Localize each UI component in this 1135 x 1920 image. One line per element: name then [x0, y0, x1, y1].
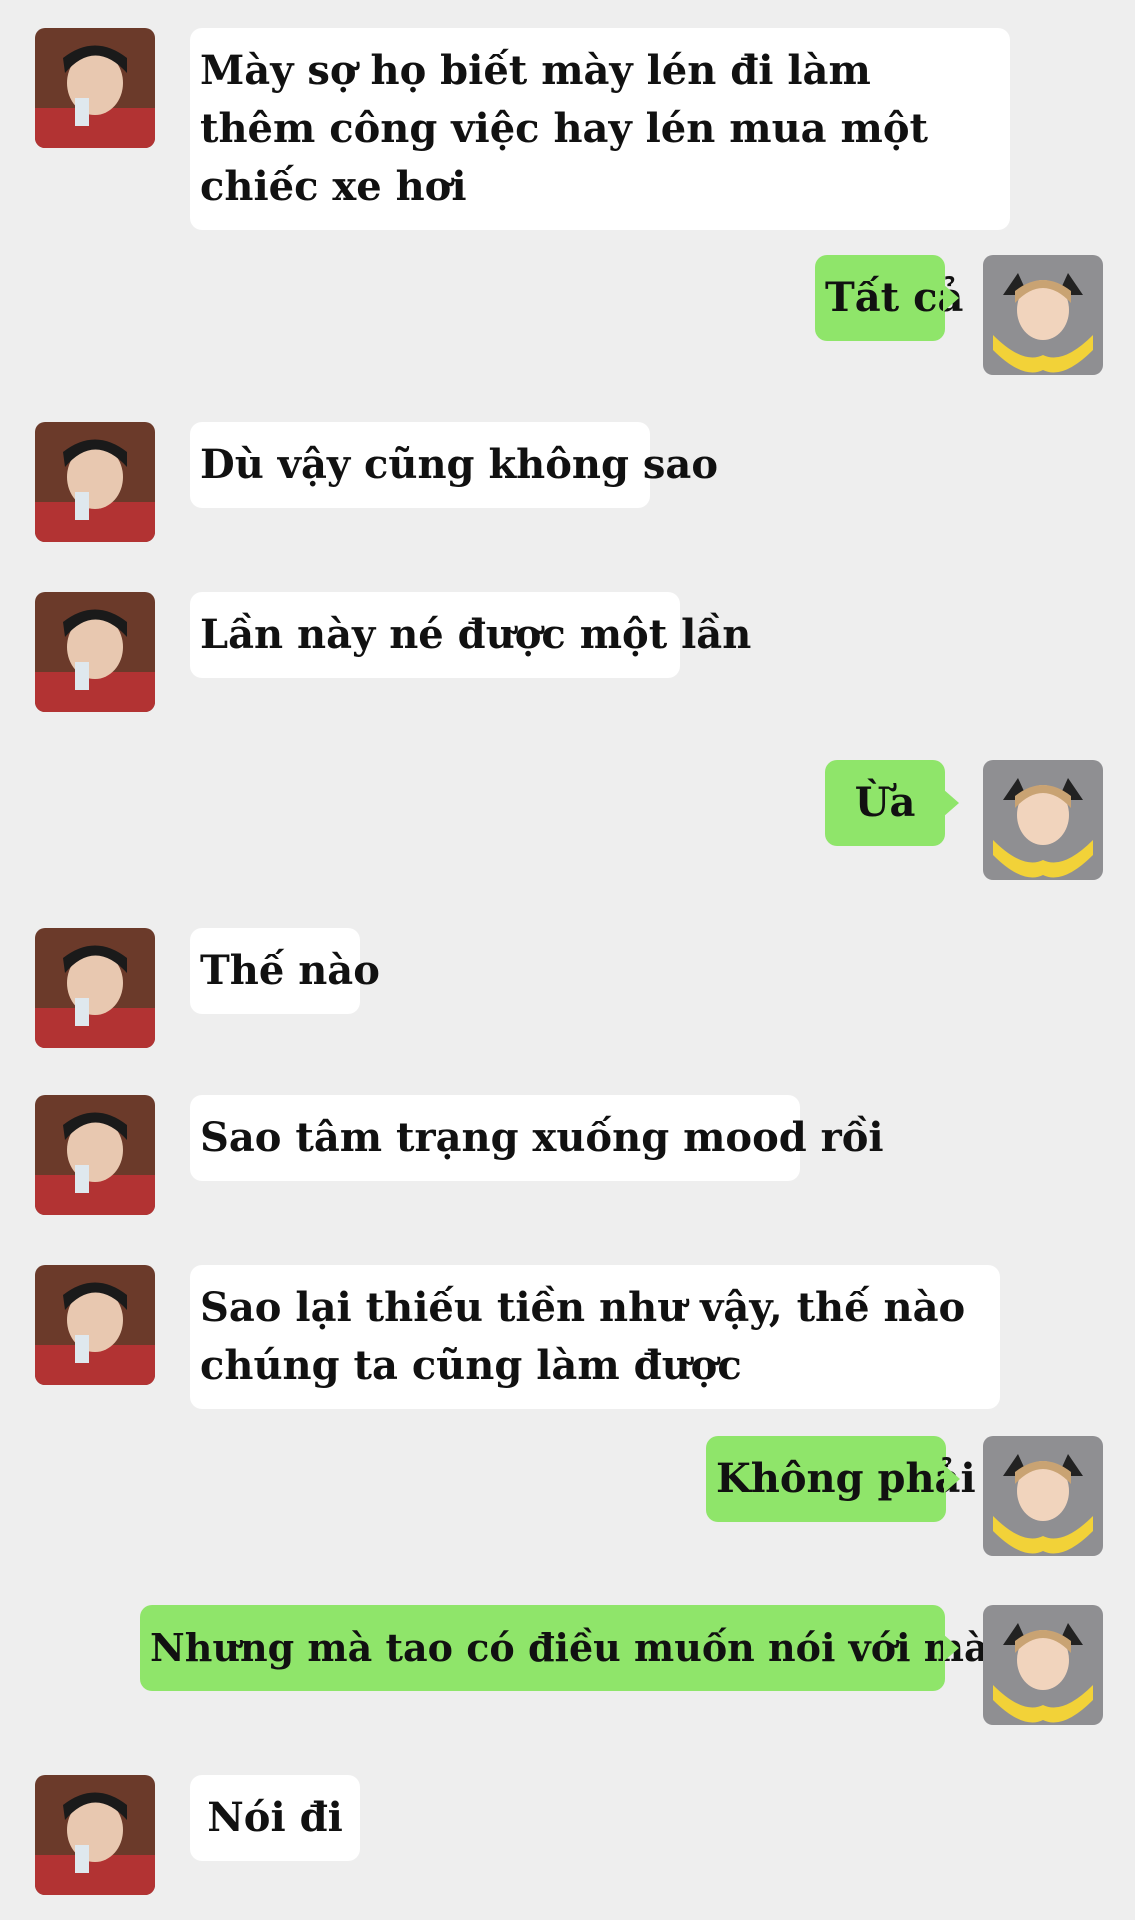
- contact-avatar[interactable]: [35, 28, 155, 148]
- contact-avatar[interactable]: [35, 1095, 155, 1215]
- message-bubble: Tất cả: [815, 255, 963, 341]
- user-avatar[interactable]: [983, 760, 1103, 880]
- user-avatar[interactable]: [983, 1436, 1103, 1556]
- message-bubble: Ừa: [825, 760, 959, 846]
- user-avatar[interactable]: [983, 1605, 1103, 1725]
- contact-avatar[interactable]: [35, 1265, 155, 1385]
- message-bubble: Sao tâm trạng xuống mood rồi: [190, 1095, 884, 1181]
- contact-avatar[interactable]: [35, 422, 155, 542]
- contact-avatar[interactable]: [35, 592, 155, 712]
- user-avatar[interactable]: [983, 255, 1103, 375]
- chat-thread: Mày sợ họ biết mày lén đi làm thêm công …: [0, 0, 1135, 1920]
- message-bubble: Thế nào: [190, 928, 380, 1014]
- contact-avatar[interactable]: [35, 928, 155, 1048]
- message-bubble: Dù vậy cũng không sao: [190, 422, 718, 508]
- contact-avatar[interactable]: [35, 1775, 155, 1895]
- message-bubble: Lần này né được một lần: [190, 592, 751, 678]
- message-bubble: Nhưng mà tao có điều muốn nói với mày: [140, 1605, 1011, 1691]
- message-bubble: Nói đi: [190, 1775, 360, 1861]
- message-bubble: Không phải: [706, 1436, 976, 1522]
- message-bubble: Sao lại thiếu tiền như vậy, thế nào chún…: [190, 1265, 1000, 1409]
- message-bubble: Mày sợ họ biết mày lén đi làm thêm công …: [190, 28, 1010, 230]
